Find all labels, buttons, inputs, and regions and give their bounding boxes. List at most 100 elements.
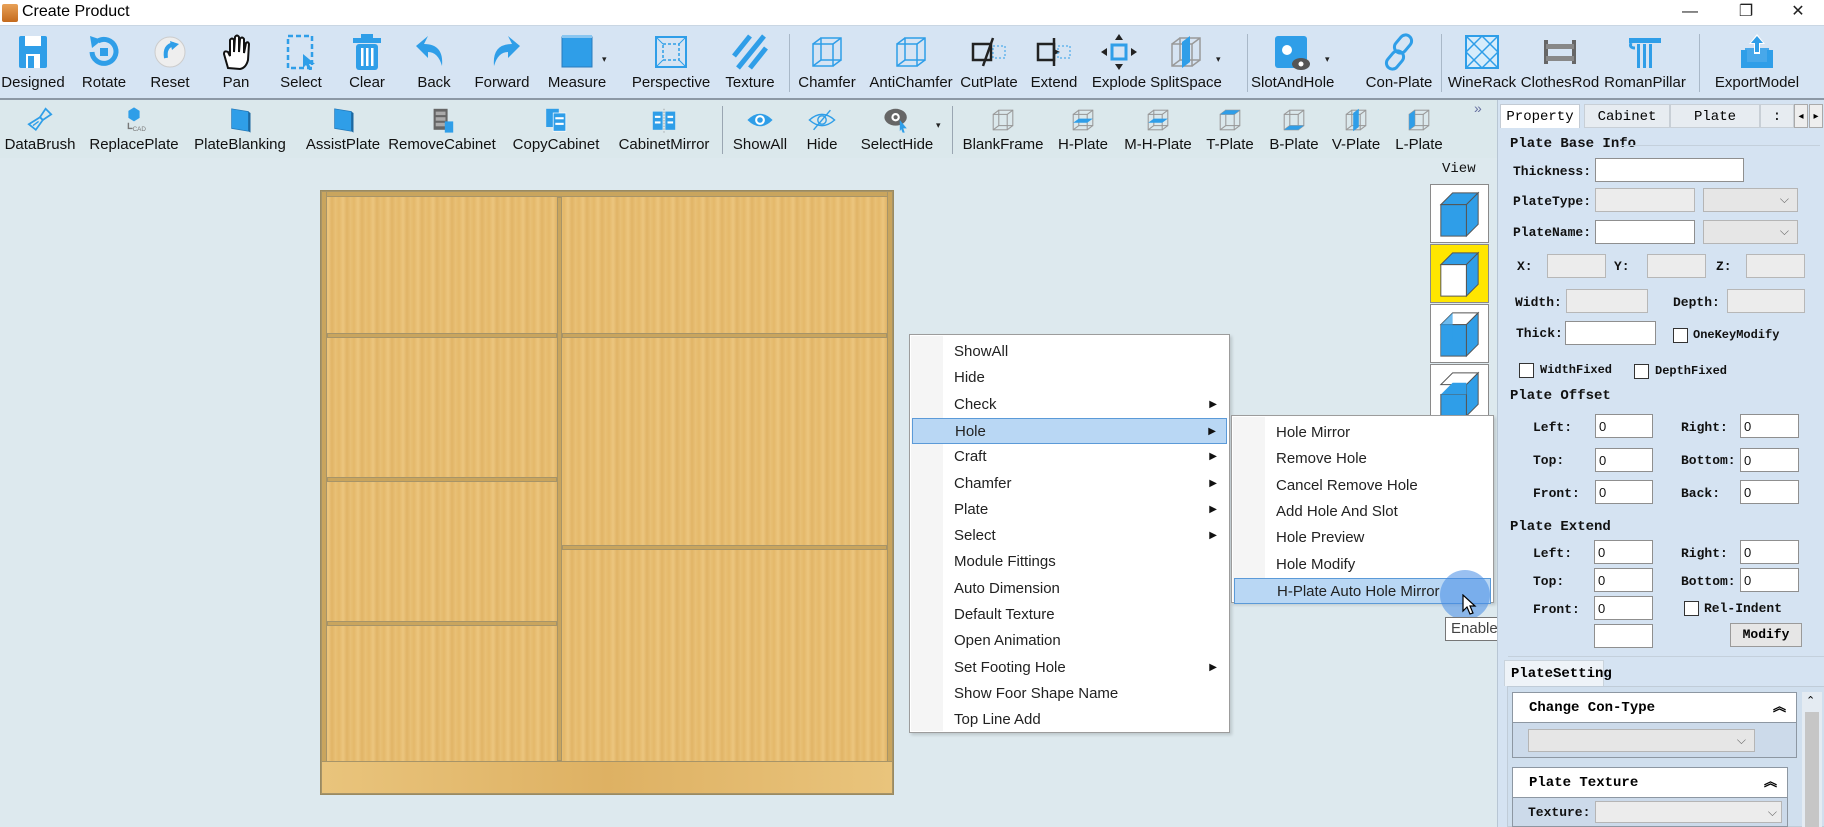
context-menu-item-open-animation[interactable]: Open Animation	[912, 628, 1227, 654]
context-menu-item-set-footing-hole[interactable]: Set Footing Hole ▶	[912, 655, 1227, 681]
scrollbar[interactable]: ⌃	[1802, 692, 1822, 827]
platetype-select[interactable]: ⌵	[1703, 188, 1798, 212]
toolbar-perspective-button[interactable]: Perspective	[623, 26, 719, 98]
view-iso-button[interactable]	[1430, 184, 1489, 243]
offset-top-input[interactable]	[1595, 448, 1653, 472]
tab-property[interactable]: Property	[1500, 104, 1580, 128]
toolbar-h-plate-button[interactable]: H-Plate	[1054, 100, 1112, 158]
toolbar-winerack-button[interactable]: WineRack	[1444, 26, 1520, 98]
shelf-plate[interactable]	[327, 333, 557, 338]
context-menu-item-hide[interactable]: Hide	[912, 365, 1227, 391]
toolbar-texture-button[interactable]: Texture	[716, 26, 784, 98]
context-menu-item-top-line-add[interactable]: Top Line Add	[912, 707, 1227, 733]
tab-plate[interactable]: Plate	[1670, 104, 1760, 128]
submenu-item-add-hole-and-slot[interactable]: Add Hole And Slot	[1234, 499, 1491, 525]
shelf-plate[interactable]	[562, 545, 887, 550]
toolbar-selecthide-button[interactable]: SelectHide	[852, 100, 942, 158]
toolbar-v-plate-button[interactable]: V-Plate	[1326, 100, 1386, 158]
extend-right-input[interactable]	[1740, 540, 1799, 564]
tab-scroll-left[interactable]: ◂	[1794, 104, 1808, 128]
toolbar-removecabinet-button[interactable]: RemoveCabinet	[385, 100, 499, 158]
toolbar-select-button[interactable]: Select	[268, 26, 334, 98]
offset-left-input[interactable]	[1595, 414, 1653, 438]
toolbar-rotate-button[interactable]: Rotate	[71, 26, 137, 98]
tab-more[interactable]: :	[1760, 104, 1794, 128]
toolbar-b-plate-button[interactable]: B-Plate	[1264, 100, 1324, 158]
extend-top-input[interactable]	[1594, 568, 1653, 592]
platename-input[interactable]	[1595, 220, 1695, 244]
toolbar-l-plate-button[interactable]: L-Plate	[1388, 100, 1450, 158]
context-menu-item-auto-dimension[interactable]: Auto Dimension	[912, 576, 1227, 602]
extend-back-input[interactable]	[1594, 624, 1653, 648]
toolbar-antichamfer-button[interactable]: AntiChamfer	[861, 26, 961, 98]
tab-platesetting[interactable]: PlateSetting	[1504, 660, 1612, 686]
scroll-up-icon[interactable]: ⌃	[1806, 694, 1815, 707]
toolbar-back-button[interactable]: Back	[404, 26, 464, 98]
z-input[interactable]	[1746, 254, 1805, 278]
toolbar-copycabinet-button[interactable]: CopyCabinet	[506, 100, 606, 158]
dropdown-arrow-icon[interactable]: ▾	[1325, 54, 1330, 65]
right-side-plate[interactable]	[887, 191, 893, 794]
context-menu-item-hole[interactable]: Hole ▶	[912, 417, 1227, 444]
context-menu-item-select[interactable]: Select ▶	[912, 523, 1227, 549]
shelf-plate[interactable]	[327, 621, 557, 626]
toolbar-databrush-button[interactable]: DataBrush	[0, 100, 80, 158]
toolbar-showall-button[interactable]: ShowAll	[724, 100, 796, 158]
width-input[interactable]	[1566, 289, 1648, 313]
context-menu-item-show-foor-shape-name[interactable]: Show Foor Shape Name	[912, 681, 1227, 707]
toolbar-overflow-chevron-icon[interactable]: »	[1474, 100, 1482, 116]
plate-texture-header[interactable]: Plate Texture ︽	[1512, 767, 1788, 798]
tab-scroll-right[interactable]: ▸	[1809, 104, 1823, 128]
modify-button[interactable]: Modify	[1730, 623, 1802, 647]
x-input[interactable]	[1547, 254, 1606, 278]
offset-bottom-input[interactable]	[1740, 448, 1799, 472]
change-con-type-header[interactable]: Change Con-Type ︽	[1512, 692, 1797, 723]
toolbar-cutplate-button[interactable]: CutPlate	[956, 26, 1022, 98]
toolbar-explode-button[interactable]: Explode	[1088, 26, 1150, 98]
toolbar-blankframe-button[interactable]: BlankFrame	[956, 100, 1050, 158]
platename-select[interactable]: ⌵	[1703, 220, 1798, 244]
toolbar-chamfer-button[interactable]: Chamfer	[791, 26, 863, 98]
top-plate[interactable]	[321, 191, 893, 197]
thickness-input[interactable]	[1595, 158, 1744, 182]
toolbar-replaceplate-button[interactable]: CAD ReplacePlate	[86, 100, 182, 158]
view-front-button[interactable]	[1430, 244, 1489, 303]
context-menu-item-default-texture[interactable]: Default Texture	[912, 602, 1227, 628]
texture-select[interactable]: ⌵	[1595, 801, 1782, 823]
extend-left-input[interactable]	[1594, 540, 1653, 564]
toolbar-reset-button[interactable]: Reset	[136, 26, 204, 98]
shelf-plate[interactable]	[562, 333, 887, 338]
maximize-button[interactable]: ❐	[1720, 0, 1772, 26]
toolbar-m-h-plate-button[interactable]: M-H-Plate	[1118, 100, 1198, 158]
dropdown-arrow-icon[interactable]: ▾	[936, 120, 941, 131]
toolbar-hide-button[interactable]: Hide	[800, 100, 844, 158]
depth-input[interactable]	[1727, 289, 1805, 313]
extend-front-input[interactable]	[1594, 596, 1653, 620]
toolbar-t-plate-button[interactable]: T-Plate	[1200, 100, 1260, 158]
cabinet-model[interactable]	[320, 190, 894, 795]
vertical-divider[interactable]	[557, 197, 562, 761]
minimize-button[interactable]: —	[1664, 0, 1716, 26]
toolbar-romanpillar-button[interactable]: RomanPillar	[1602, 26, 1688, 98]
toolbar-clear-button[interactable]: Clear	[334, 26, 400, 98]
offset-right-input[interactable]	[1740, 414, 1799, 438]
toolbar-cabinetmirror-button[interactable]: CabinetMirror	[612, 100, 716, 158]
left-side-plate[interactable]	[321, 191, 327, 794]
toolbar-extend-button[interactable]: Extend	[1024, 26, 1084, 98]
thick-input[interactable]	[1565, 321, 1656, 345]
context-menu-item-check[interactable]: Check ▶	[912, 392, 1227, 418]
toolbar-slotandhole-button[interactable]: SlotAndHole	[1251, 26, 1334, 98]
close-button[interactable]: ✕	[1772, 0, 1824, 26]
submenu-item-hole-mirror[interactable]: Hole Mirror	[1234, 420, 1491, 446]
dropdown-arrow-icon[interactable]: ▾	[1216, 54, 1221, 65]
platetype-input[interactable]	[1595, 188, 1695, 212]
toolbar-clothesrod-button[interactable]: ClothesRod	[1520, 26, 1600, 98]
y-input[interactable]	[1647, 254, 1706, 278]
context-menu-item-chamfer[interactable]: Chamfer ▶	[912, 471, 1227, 497]
depthfixed-checkbox[interactable]	[1634, 364, 1649, 379]
submenu-item-cancel-remove-hole[interactable]: Cancel Remove Hole	[1234, 473, 1491, 499]
view-open-corner-button[interactable]	[1430, 364, 1489, 416]
base-plate[interactable]	[321, 761, 893, 794]
tab-cabinet[interactable]: Cabinet	[1584, 104, 1670, 128]
context-menu-item-showall[interactable]: ShowAll	[912, 339, 1227, 365]
